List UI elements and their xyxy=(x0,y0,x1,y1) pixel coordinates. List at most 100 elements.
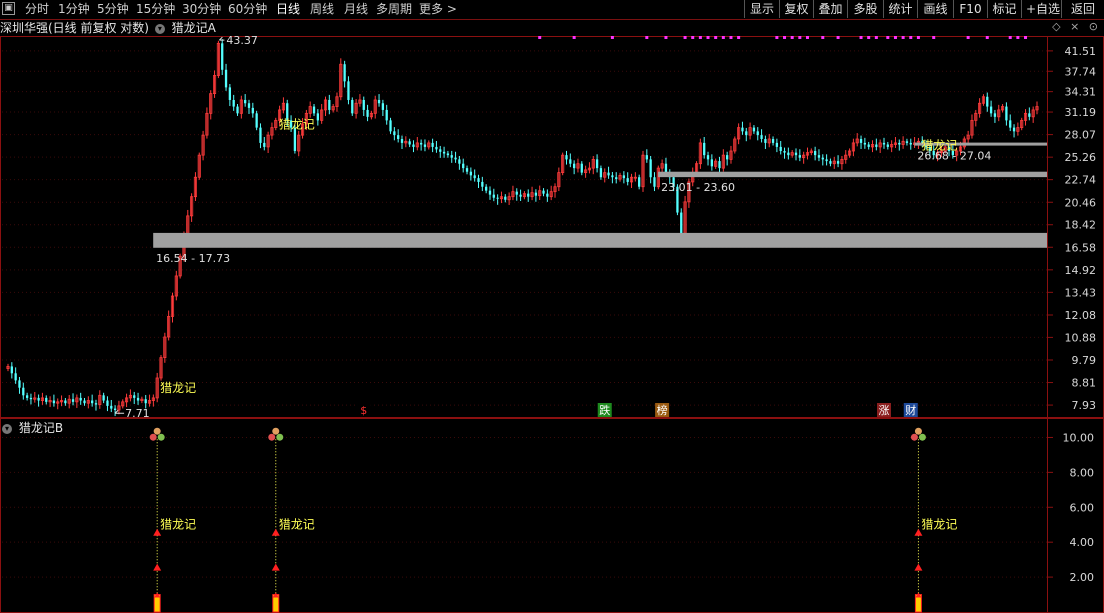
top-signal-dot-26 xyxy=(909,36,913,39)
candle-body-123 xyxy=(477,178,480,182)
signal-up-arrow-icon-2-1 xyxy=(914,563,923,571)
candle-body-22 xyxy=(91,400,94,404)
candle-body-155 xyxy=(599,168,603,178)
candle-body-109 xyxy=(423,144,427,147)
candlestick-chart[interactable]: 41.51 37.74 34.31 31.19 28.07 25.26 22.74 20.46… xyxy=(0,36,1104,418)
period-tab-9[interactable]: 多周期 xyxy=(376,0,412,19)
period-tab-3[interactable]: 15分钟 xyxy=(136,0,175,19)
toolbar-button-8[interactable]: +自选 xyxy=(1021,0,1061,18)
top-signal-dot-0 xyxy=(538,36,542,39)
toolbar-button-5[interactable]: 画线 xyxy=(917,0,953,18)
candle-body-115 xyxy=(446,153,450,156)
candle-body-195 xyxy=(752,127,756,132)
candle-body-154 xyxy=(595,159,599,169)
candle-body-204 xyxy=(787,152,790,156)
candle-body-159 xyxy=(615,177,618,180)
candle-body-207 xyxy=(798,155,801,158)
candle-body-28 xyxy=(113,408,117,410)
toolbar-button-7[interactable]: 标记 xyxy=(987,0,1021,18)
candle-body-101 xyxy=(393,131,396,136)
price-tick-label-3: 31.19 xyxy=(1065,106,1097,119)
signal-ball-icon-2-a xyxy=(914,427,922,435)
top-signal-dot-19 xyxy=(836,36,840,39)
candle-body-213 xyxy=(821,157,824,160)
price-tick-label-15: 8.81 xyxy=(1072,377,1097,390)
candle-body-63 xyxy=(247,103,251,108)
period-tab-1[interactable]: 1分钟 xyxy=(58,0,90,19)
candle-body-235 xyxy=(905,141,909,143)
candle-body-98 xyxy=(381,103,385,110)
price-tick-label-2: 34.31 xyxy=(1065,86,1097,99)
candle-body-172 xyxy=(664,163,668,173)
signal-ball-icon-1-b xyxy=(268,433,276,441)
candle-body-57 xyxy=(224,69,228,88)
top-signal-dot-5 xyxy=(683,36,687,39)
top-signal-dot-2 xyxy=(610,36,614,39)
toolbar-button-4[interactable]: 统计 xyxy=(883,0,917,18)
candle-body-60 xyxy=(236,106,239,114)
toolbar-button-9[interactable]: 返回 xyxy=(1061,0,1104,18)
period-tab-10[interactable]: 更多 > xyxy=(419,0,457,19)
candle-body-67 xyxy=(263,142,266,147)
candle-body-10 xyxy=(45,397,48,402)
toolbar-button-0[interactable]: 显示 xyxy=(744,0,779,18)
candle-body-184 xyxy=(710,159,713,167)
top-signal-dot-6 xyxy=(691,36,695,39)
period-tab-2[interactable]: 5分钟 xyxy=(97,0,129,19)
period-tab-5[interactable]: 60分钟 xyxy=(228,0,267,19)
collapse-indicator-a-icon[interactable]: ▾ xyxy=(154,23,165,34)
top-signal-dot-30 xyxy=(985,36,989,39)
candle-body-81 xyxy=(316,113,319,121)
settings-gear-icon[interactable]: ◇ xyxy=(1052,20,1060,33)
candle-body-200 xyxy=(771,138,775,143)
price-tick-label-7: 20.46 xyxy=(1065,196,1097,209)
window-menu-icon[interactable]: ▣ xyxy=(2,2,15,15)
toolbar-button-3[interactable]: 多股 xyxy=(847,0,883,18)
candle-body-19 xyxy=(79,397,82,401)
candle-body-134 xyxy=(519,194,522,197)
collapse-indicator-b-icon[interactable]: ▾ xyxy=(2,423,12,434)
candle-body-215 xyxy=(829,161,832,164)
period-tab-6[interactable]: 日线 xyxy=(276,0,300,19)
candle-body-150 xyxy=(580,163,583,173)
candle-body-34 xyxy=(136,397,140,401)
top-signal-dot-10 xyxy=(721,36,725,39)
candle-body-103 xyxy=(400,138,404,143)
top-signal-dot-24 xyxy=(893,36,897,39)
period-tab-7[interactable]: 周线 xyxy=(310,0,334,19)
event-badge-0: $ xyxy=(360,404,367,417)
top-signal-dot-4 xyxy=(664,36,668,39)
support-zone-0 xyxy=(153,232,1048,248)
candle-body-1 xyxy=(10,366,13,374)
candle-body-99 xyxy=(385,109,388,121)
pin-icon[interactable]: ⊙ xyxy=(1089,20,1098,33)
candle-body-136 xyxy=(527,193,530,197)
close-indicator-icon[interactable]: × xyxy=(1070,20,1079,33)
signal-label-0: 猎龙记 xyxy=(160,381,196,395)
candle-body-17 xyxy=(71,399,75,402)
candle-body-58 xyxy=(228,87,232,100)
toolbar-button-2[interactable]: 叠加 xyxy=(813,0,847,18)
period-tab-4[interactable]: 30分钟 xyxy=(182,0,221,19)
top-signal-dot-17 xyxy=(805,36,809,39)
candle-body-263 xyxy=(1012,127,1016,132)
support-zone-label-1: 23.01 - 23.60 xyxy=(661,181,735,194)
candle-body-224 xyxy=(863,142,867,145)
candle-body-59 xyxy=(232,99,235,107)
indicator-b-chart[interactable]: 10.00 8.00 6.00 4.00 2.00 猎龙记 猎龙记 猎龙记 xyxy=(0,418,1104,613)
candle-body-146 xyxy=(565,155,568,160)
price-tick-label-10: 14.92 xyxy=(1065,264,1097,277)
candle-body-20 xyxy=(83,400,86,404)
toolbar-button-6[interactable]: F10 xyxy=(953,0,987,18)
candle-body-3 xyxy=(18,380,21,388)
candle-body-261 xyxy=(1005,106,1008,121)
candle-body-100 xyxy=(389,120,392,132)
candle-body-258 xyxy=(993,113,997,117)
period-tab-8[interactable]: 月线 xyxy=(344,0,368,19)
period-tab-0[interactable]: 分时 xyxy=(25,0,49,19)
candle-body-111 xyxy=(431,142,434,147)
signal-label-1: 猎龙记 xyxy=(279,117,315,131)
toolbar-button-1[interactable]: 复权 xyxy=(779,0,813,18)
candle-body-124 xyxy=(481,181,484,187)
candle-body-197 xyxy=(760,135,763,139)
